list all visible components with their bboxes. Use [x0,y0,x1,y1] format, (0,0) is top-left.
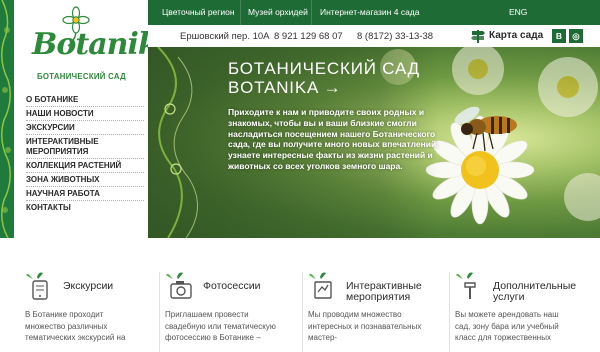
hero-banner: Ботанический сад Botanika → Приходите к … [148,47,600,238]
sidebar-item-research[interactable]: Научная работа [26,187,144,201]
nav-divider [311,0,312,25]
phone-landline[interactable]: 8 (8172) 33-13-38 [357,31,433,42]
activity-icon [309,272,332,299]
contact-row: Ершовский пер. 10А 8 921 129 68 07 8 (81… [148,25,600,47]
feature-text: Вы можете арендовать наш сад, зону бара … [455,310,559,342]
feature-text: Приглашаем провести свадебную или темати… [165,310,276,342]
feature-card-additional-services[interactable]: Дополнительные услуги Вы можете арендова… [449,264,595,352]
features-section: Экскурсии В Ботанике проходит множество … [0,238,600,352]
feature-divider [449,272,450,352]
nav-link-online-shop[interactable]: Интернет-магазин 4 сада [320,7,420,17]
top-nav-bar: Цветочный регион Музей орхидей Интернет-… [148,0,600,25]
sidebar-item-excursions[interactable]: Экскурсии [26,121,144,135]
feature-card-interactive-events[interactable]: Интерактивные мероприятия Мы проводим мн… [302,264,448,352]
nav-link-english[interactable]: ENG [509,7,527,17]
instagram-icon[interactable]: ◎ [569,29,583,43]
feature-text: Мы проводим множество интересных и позна… [308,310,422,342]
map-signpost-icon[interactable] [470,28,486,44]
feature-card-photoshoots[interactable]: Фотосессии Приглашаем провести свадебную… [159,264,305,352]
hero-title-link[interactable]: Ботанический сад Botanika → [228,59,420,97]
nav-divider [240,0,241,25]
map-link[interactable]: Карта сада [489,30,543,41]
phone-mobile[interactable]: 8 921 129 68 07 [274,31,343,42]
feature-title[interactable]: Дополнительные услуги [493,281,576,303]
feature-title[interactable]: Интерактивные мероприятия [346,281,422,303]
feature-divider [302,272,303,352]
logo-subtitle: БОТАНИЧЕСКИЙ САД [37,72,126,81]
sidebar-item-contacts[interactable]: Контакты [26,201,144,214]
sidebar-item-interactive-events[interactable]: Интерактивные мероприятия [26,135,144,159]
vk-icon[interactable]: В [552,29,566,43]
sidebar-menu: О Ботанике Наши новости Экскурсии Интера… [26,93,144,214]
nav-link-orchid-museum[interactable]: Музей орхидей [248,7,308,17]
hammer-icon [456,272,476,299]
nav-link-flower-region[interactable]: Цветочный регион [162,7,235,17]
ornament-pattern [1,0,11,238]
camera-icon [166,272,192,299]
tablet-icon [26,272,48,300]
address-text: Ершовский пер. 10А [180,31,270,42]
sidebar-item-about[interactable]: О Ботанике [26,93,144,107]
hero-ornament [157,47,198,238]
feature-title[interactable]: Экскурсии [63,281,113,292]
feature-text: В Ботанике проходит множество различных … [25,310,126,342]
feature-card-excursions[interactable]: Экскурсии В Ботанике проходит множество … [25,264,165,352]
sidebar-item-news[interactable]: Наши новости [26,107,144,121]
left-ornament-band [0,0,14,238]
sidebar-item-plant-collection[interactable]: Коллекция растений [26,159,144,173]
feature-divider [159,272,160,352]
sidebar-item-animal-zone[interactable]: Зона животных [26,173,144,187]
sidebar: Botanika БОТАНИЧЕСКИЙ САД О Ботанике Наш… [14,0,177,238]
feature-title[interactable]: Фотосессии [203,281,260,292]
hero-description: Приходите к нам и приводите своих родных… [228,107,439,171]
